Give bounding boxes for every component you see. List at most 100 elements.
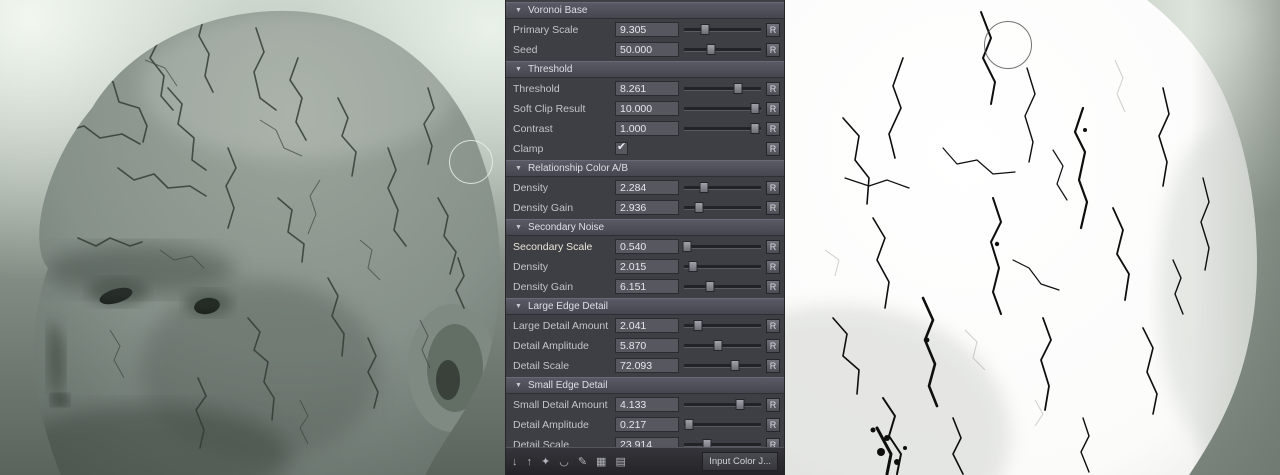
input-color-button[interactable]: Input Color J... bbox=[702, 452, 778, 471]
param-slider[interactable] bbox=[683, 81, 762, 96]
slider-handle[interactable] bbox=[750, 103, 759, 114]
param-label: Threshold bbox=[513, 83, 615, 95]
viewport-3d-render[interactable] bbox=[0, 0, 505, 475]
reset-button[interactable]: R bbox=[766, 359, 780, 373]
param-slider[interactable] bbox=[683, 437, 762, 447]
reset-button[interactable]: R bbox=[766, 398, 780, 412]
slider-handle[interactable] bbox=[682, 241, 691, 252]
check-icon: ✔ bbox=[617, 140, 626, 153]
param-slider[interactable] bbox=[683, 22, 762, 37]
collapse-triangle-icon: ▼ bbox=[515, 224, 522, 231]
toolbar-curve-icon[interactable]: ◡ bbox=[559, 455, 569, 468]
reset-button[interactable]: R bbox=[766, 102, 780, 116]
param-slider[interactable] bbox=[683, 121, 762, 136]
section-header-threshold[interactable]: ▼ Threshold bbox=[506, 61, 784, 78]
reset-button[interactable]: R bbox=[766, 122, 780, 136]
toolbar-grid-icon[interactable]: ▦ bbox=[596, 455, 606, 468]
slider-handle[interactable] bbox=[705, 281, 714, 292]
reset-button[interactable]: R bbox=[766, 319, 780, 333]
param-value-field[interactable]: 8.261 bbox=[615, 81, 679, 96]
param-row: Contrast 1.000 R bbox=[506, 119, 784, 138]
slider-handle[interactable] bbox=[734, 83, 743, 94]
reset-button[interactable]: R bbox=[766, 418, 780, 432]
param-row: Small Detail Amount 4.133 R bbox=[506, 395, 784, 414]
section-header-large-edge-detail[interactable]: ▼ Large Edge Detail bbox=[506, 298, 784, 315]
slider-handle[interactable] bbox=[701, 24, 710, 35]
param-value-field[interactable]: 23.914 bbox=[615, 437, 679, 447]
param-slider[interactable] bbox=[683, 397, 762, 412]
param-slider[interactable] bbox=[683, 180, 762, 195]
slider-track bbox=[684, 48, 761, 52]
reset-button[interactable]: R bbox=[766, 43, 780, 57]
param-slider[interactable] bbox=[683, 318, 762, 333]
slider-handle[interactable] bbox=[703, 439, 712, 447]
param-label: Density bbox=[513, 261, 615, 273]
param-value-field[interactable]: 50.000 bbox=[615, 42, 679, 57]
reset-button[interactable]: R bbox=[766, 438, 780, 448]
param-label: Seed bbox=[513, 44, 615, 56]
param-value-field[interactable]: 10.000 bbox=[615, 101, 679, 116]
param-label: Density Gain bbox=[513, 202, 615, 214]
toolbar-down-arrow-icon[interactable]: ↓ bbox=[512, 456, 518, 468]
clamp-checkbox[interactable]: ✔ bbox=[615, 142, 628, 155]
reset-button[interactable]: R bbox=[766, 240, 780, 254]
param-value-field[interactable]: 4.133 bbox=[615, 397, 679, 412]
param-slider[interactable] bbox=[683, 101, 762, 116]
slider-handle[interactable] bbox=[735, 399, 744, 410]
param-value-field[interactable]: 6.151 bbox=[615, 279, 679, 294]
param-value-field[interactable]: 5.870 bbox=[615, 338, 679, 353]
param-value-field[interactable]: 2.041 bbox=[615, 318, 679, 333]
param-slider[interactable] bbox=[683, 358, 762, 373]
reset-button[interactable]: R bbox=[766, 280, 780, 294]
slider-handle[interactable] bbox=[731, 360, 740, 371]
param-slider[interactable] bbox=[683, 259, 762, 274]
param-slider[interactable] bbox=[683, 279, 762, 294]
section-header-relationship-color[interactable]: ▼ Relationship Color A/B bbox=[506, 160, 784, 177]
reset-button[interactable]: R bbox=[766, 142, 780, 156]
collapse-triangle-icon: ▼ bbox=[515, 66, 522, 73]
param-label: Detail Scale bbox=[513, 360, 615, 372]
param-value-field[interactable]: 9.305 bbox=[615, 22, 679, 37]
param-value-field[interactable]: 72.093 bbox=[615, 358, 679, 373]
param-value-field[interactable]: 0.217 bbox=[615, 417, 679, 432]
param-slider[interactable] bbox=[683, 417, 762, 432]
slider-track bbox=[684, 186, 761, 190]
param-value-field[interactable]: 2.284 bbox=[615, 180, 679, 195]
param-label: Primary Scale bbox=[513, 24, 615, 36]
slider-handle[interactable] bbox=[689, 261, 698, 272]
param-row: Large Detail Amount 2.041 R bbox=[506, 316, 784, 335]
slider-handle[interactable] bbox=[699, 182, 708, 193]
slider-handle[interactable] bbox=[694, 202, 703, 213]
section-header-small-edge-detail[interactable]: ▼ Small Edge Detail bbox=[506, 377, 784, 394]
reset-button[interactable]: R bbox=[766, 23, 780, 37]
reset-button[interactable]: R bbox=[766, 181, 780, 195]
slider-handle[interactable] bbox=[713, 340, 722, 351]
slider-track bbox=[684, 443, 761, 447]
toolbar-pen-icon[interactable]: ✎ bbox=[578, 455, 587, 468]
param-slider[interactable] bbox=[683, 338, 762, 353]
param-label: Secondary Scale bbox=[513, 241, 615, 253]
toolbar-up-arrow-icon[interactable]: ↑ bbox=[527, 456, 533, 468]
toolbar-layers-icon[interactable]: ▤ bbox=[615, 455, 625, 468]
reset-button[interactable]: R bbox=[766, 260, 780, 274]
slider-track bbox=[684, 285, 761, 289]
param-slider[interactable] bbox=[683, 239, 762, 254]
slider-handle[interactable] bbox=[684, 419, 693, 430]
param-slider[interactable] bbox=[683, 200, 762, 215]
reset-button[interactable]: R bbox=[766, 339, 780, 353]
toolbar-star-icon[interactable]: ✦ bbox=[541, 455, 550, 468]
section-header-secondary-noise[interactable]: ▼ Secondary Noise bbox=[506, 219, 784, 236]
param-value-field[interactable]: 2.015 bbox=[615, 259, 679, 274]
slider-handle[interactable] bbox=[750, 123, 759, 134]
slider-handle[interactable] bbox=[694, 320, 703, 331]
param-value-field[interactable]: 2.936 bbox=[615, 200, 679, 215]
section-header-voronoi-base[interactable]: ▼ Voronoi Base bbox=[506, 2, 784, 19]
param-value-field[interactable]: 0.540 bbox=[615, 239, 679, 254]
param-row: Density Gain 2.936 R bbox=[506, 198, 784, 217]
viewport-texture-preview[interactable] bbox=[785, 0, 1280, 475]
param-slider[interactable] bbox=[683, 42, 762, 57]
param-value-field[interactable]: 1.000 bbox=[615, 121, 679, 136]
reset-button[interactable]: R bbox=[766, 201, 780, 215]
reset-button[interactable]: R bbox=[766, 82, 780, 96]
slider-handle[interactable] bbox=[707, 44, 716, 55]
